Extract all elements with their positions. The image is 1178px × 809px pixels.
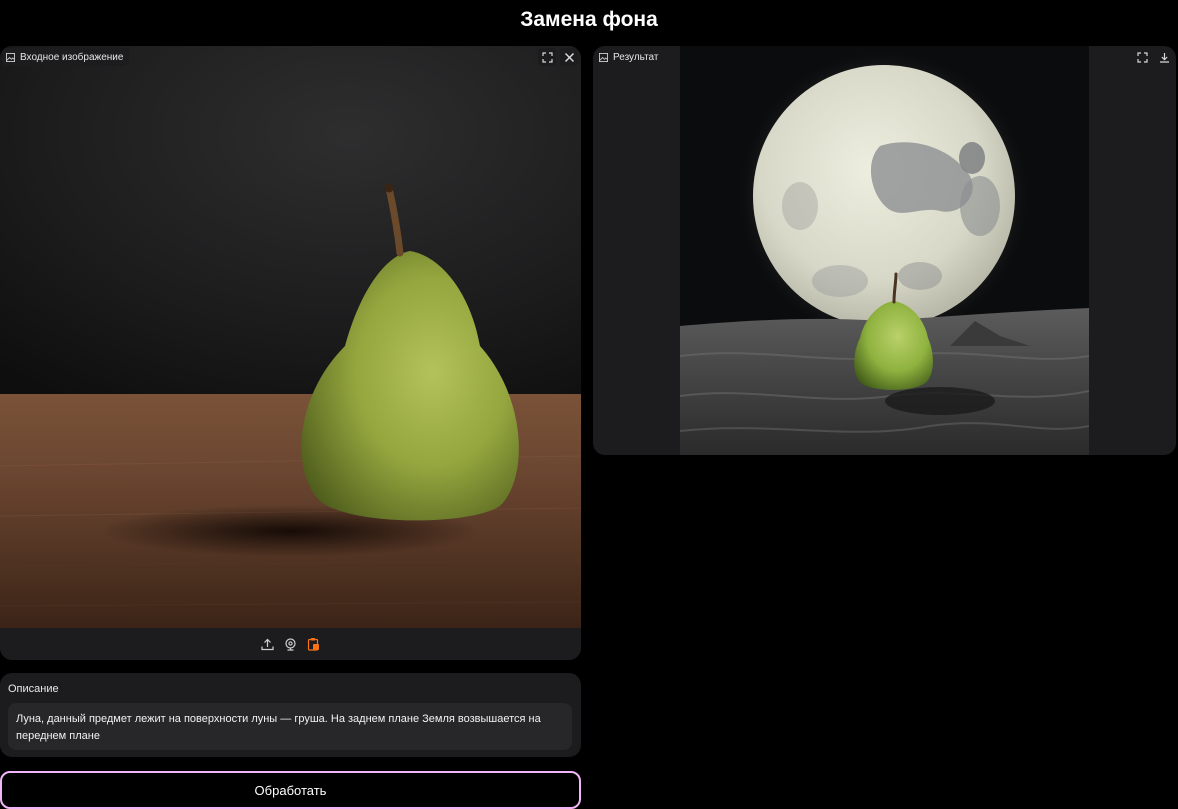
result-corner-buttons <box>1133 48 1173 66</box>
fullscreen-icon[interactable] <box>538 48 556 66</box>
upload-icon[interactable] <box>261 637 275 651</box>
fullscreen-icon[interactable] <box>1133 48 1151 66</box>
input-source-toolbar <box>0 628 581 660</box>
result-panel: Результат <box>593 46 1176 455</box>
image-icon <box>599 52 608 62</box>
close-icon[interactable] <box>560 48 578 66</box>
result-label-text: Результат <box>613 51 659 63</box>
pear-on-moon-photo <box>680 46 1089 455</box>
webcam-icon[interactable] <box>284 637 298 651</box>
description-textarea[interactable]: Луна, данный предмет лежит на поверхност… <box>8 703 572 750</box>
page-title: Замена фона <box>520 8 658 31</box>
input-image-panel: Входное изображение <box>0 46 581 660</box>
process-button[interactable]: Обработать <box>0 771 581 809</box>
input-image-label-text: Входное изображение <box>20 51 124 63</box>
result-image <box>680 46 1089 455</box>
image-icon <box>6 52 15 62</box>
description-label: Описание <box>8 683 59 695</box>
download-icon[interactable] <box>1155 48 1173 66</box>
clipboard-paste-icon[interactable] <box>307 637 321 651</box>
input-corner-buttons <box>538 48 578 66</box>
input-image[interactable] <box>0 46 581 628</box>
pear-photo <box>0 46 581 628</box>
description-block: Описание Луна, данный предмет лежит на п… <box>0 673 581 757</box>
input-image-label: Входное изображение <box>2 48 130 66</box>
result-label: Результат <box>595 48 665 66</box>
